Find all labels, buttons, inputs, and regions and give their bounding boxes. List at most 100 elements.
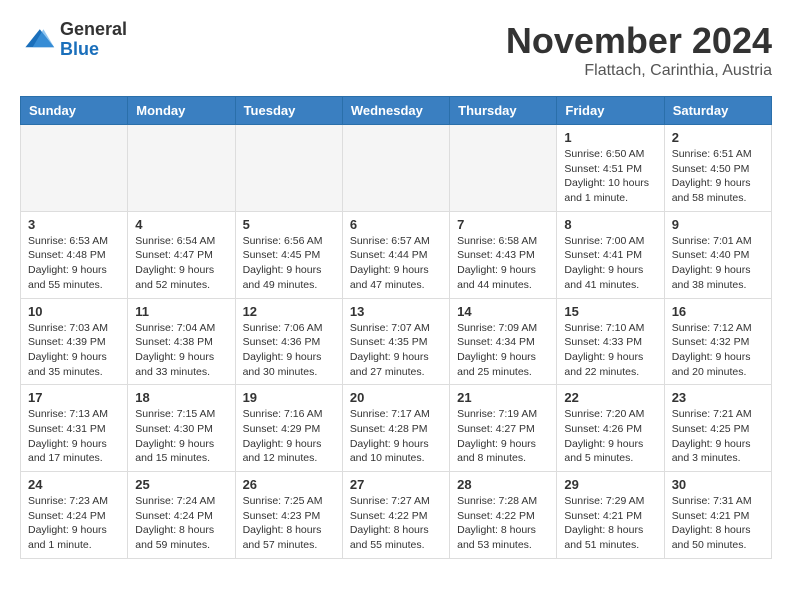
day-number: 1	[564, 130, 656, 145]
calendar-cell: 7 Sunrise: 6:58 AM Sunset: 4:43 PM Daylig…	[450, 211, 557, 298]
calendar-cell	[128, 125, 235, 212]
calendar-cell: 1 Sunrise: 6:50 AM Sunset: 4:51 PM Daylig…	[557, 125, 664, 212]
calendar-cell: 5 Sunrise: 6:56 AM Sunset: 4:45 PM Daylig…	[235, 211, 342, 298]
calendar-cell: 10 Sunrise: 7:03 AM Sunset: 4:39 PM Dayli…	[21, 298, 128, 385]
day-info: Sunrise: 7:16 AM Sunset: 4:29 PM Dayligh…	[243, 407, 335, 466]
calendar-cell: 29Sunrise: 7:29 AM Sunset: 4:21 PM Dayli…	[557, 472, 664, 559]
day-info: Sunrise: 6:54 AM Sunset: 4:47 PM Dayligh…	[135, 234, 227, 293]
calendar-cell: 19 Sunrise: 7:16 AM Sunset: 4:29 PM Dayli…	[235, 385, 342, 472]
day-number: 28	[457, 477, 549, 492]
logo-blue: Blue	[60, 40, 127, 60]
day-number: 23	[672, 390, 764, 405]
day-number: 21	[457, 390, 549, 405]
calendar-week-2: 3 Sunrise: 6:53 AM Sunset: 4:48 PM Daylig…	[21, 211, 772, 298]
calendar-cell: 2 Sunrise: 6:51 AM Sunset: 4:50 PM Daylig…	[664, 125, 771, 212]
day-info: Sunrise: 7:28 AM Sunset: 4:22 PM Dayligh…	[457, 494, 549, 553]
day-number: 22	[564, 390, 656, 405]
calendar-cell: 13 Sunrise: 7:07 AM Sunset: 4:35 PM Dayli…	[342, 298, 449, 385]
logo-general: General	[60, 20, 127, 40]
day-number: 24	[28, 477, 120, 492]
location: Flattach, Carinthia, Austria	[506, 62, 772, 80]
weekday-header-saturday: Saturday	[664, 97, 771, 125]
day-info: Sunrise: 6:50 AM Sunset: 4:51 PM Dayligh…	[564, 147, 656, 206]
weekday-header-tuesday: Tuesday	[235, 97, 342, 125]
weekday-header-friday: Friday	[557, 97, 664, 125]
day-number: 12	[243, 304, 335, 319]
day-info: Sunrise: 7:31 AM Sunset: 4:21 PM Dayligh…	[672, 494, 764, 553]
day-info: Sunrise: 7:09 AM Sunset: 4:34 PM Dayligh…	[457, 321, 549, 380]
day-number: 2	[672, 130, 764, 145]
calendar-cell	[235, 125, 342, 212]
day-info: Sunrise: 6:57 AM Sunset: 4:44 PM Dayligh…	[350, 234, 442, 293]
weekday-header-wednesday: Wednesday	[342, 97, 449, 125]
calendar-cell: 22 Sunrise: 7:20 AM Sunset: 4:26 PM Dayli…	[557, 385, 664, 472]
title-block: November 2024 Flattach, Carinthia, Austr…	[506, 20, 772, 80]
calendar-cell: 3 Sunrise: 6:53 AM Sunset: 4:48 PM Daylig…	[21, 211, 128, 298]
day-info: Sunrise: 7:13 AM Sunset: 4:31 PM Dayligh…	[28, 407, 120, 466]
calendar-cell: 18 Sunrise: 7:15 AM Sunset: 4:30 PM Dayli…	[128, 385, 235, 472]
day-info: Sunrise: 7:23 AM Sunset: 4:24 PM Dayligh…	[28, 494, 120, 553]
calendar-cell: 23Sunrise: 7:21 AM Sunset: 4:25 PM Dayli…	[664, 385, 771, 472]
calendar-week-4: 17 Sunrise: 7:13 AM Sunset: 4:31 PM Dayli…	[21, 385, 772, 472]
day-info: Sunrise: 7:03 AM Sunset: 4:39 PM Dayligh…	[28, 321, 120, 380]
day-number: 19	[243, 390, 335, 405]
day-number: 3	[28, 217, 120, 232]
day-info: Sunrise: 7:10 AM Sunset: 4:33 PM Dayligh…	[564, 321, 656, 380]
day-number: 17	[28, 390, 120, 405]
day-info: Sunrise: 6:56 AM Sunset: 4:45 PM Dayligh…	[243, 234, 335, 293]
day-number: 20	[350, 390, 442, 405]
calendar-week-3: 10 Sunrise: 7:03 AM Sunset: 4:39 PM Dayli…	[21, 298, 772, 385]
day-info: Sunrise: 7:04 AM Sunset: 4:38 PM Dayligh…	[135, 321, 227, 380]
day-number: 4	[135, 217, 227, 232]
day-number: 27	[350, 477, 442, 492]
day-info: Sunrise: 7:20 AM Sunset: 4:26 PM Dayligh…	[564, 407, 656, 466]
calendar-cell: 4 Sunrise: 6:54 AM Sunset: 4:47 PM Daylig…	[128, 211, 235, 298]
day-number: 13	[350, 304, 442, 319]
day-number: 14	[457, 304, 549, 319]
weekday-header-thursday: Thursday	[450, 97, 557, 125]
calendar-cell	[342, 125, 449, 212]
day-info: Sunrise: 7:25 AM Sunset: 4:23 PM Dayligh…	[243, 494, 335, 553]
month-title: November 2024	[506, 20, 772, 62]
day-number: 16	[672, 304, 764, 319]
day-number: 11	[135, 304, 227, 319]
calendar-cell: 14 Sunrise: 7:09 AM Sunset: 4:34 PM Dayli…	[450, 298, 557, 385]
day-number: 18	[135, 390, 227, 405]
day-info: Sunrise: 6:58 AM Sunset: 4:43 PM Dayligh…	[457, 234, 549, 293]
calendar-cell: 24 Sunrise: 7:23 AM Sunset: 4:24 PM Dayli…	[21, 472, 128, 559]
calendar-cell: 21Sunrise: 7:19 AM Sunset: 4:27 PM Dayli…	[450, 385, 557, 472]
calendar-week-5: 24 Sunrise: 7:23 AM Sunset: 4:24 PM Dayli…	[21, 472, 772, 559]
calendar-cell	[21, 125, 128, 212]
calendar-cell: 12Sunrise: 7:06 AM Sunset: 4:36 PM Dayli…	[235, 298, 342, 385]
day-info: Sunrise: 7:00 AM Sunset: 4:41 PM Dayligh…	[564, 234, 656, 293]
calendar-week-1: 1 Sunrise: 6:50 AM Sunset: 4:51 PM Daylig…	[21, 125, 772, 212]
day-info: Sunrise: 7:15 AM Sunset: 4:30 PM Dayligh…	[135, 407, 227, 466]
day-info: Sunrise: 7:24 AM Sunset: 4:24 PM Dayligh…	[135, 494, 227, 553]
calendar-cell: 17 Sunrise: 7:13 AM Sunset: 4:31 PM Dayli…	[21, 385, 128, 472]
day-info: Sunrise: 7:07 AM Sunset: 4:35 PM Dayligh…	[350, 321, 442, 380]
day-info: Sunrise: 7:29 AM Sunset: 4:21 PM Dayligh…	[564, 494, 656, 553]
day-number: 25	[135, 477, 227, 492]
day-number: 8	[564, 217, 656, 232]
calendar-cell: 11 Sunrise: 7:04 AM Sunset: 4:38 PM Dayli…	[128, 298, 235, 385]
day-info: Sunrise: 7:27 AM Sunset: 4:22 PM Dayligh…	[350, 494, 442, 553]
weekday-header-row: SundayMondayTuesdayWednesdayThursdayFrid…	[21, 97, 772, 125]
logo: General Blue	[20, 20, 127, 60]
calendar-cell	[450, 125, 557, 212]
day-info: Sunrise: 6:51 AM Sunset: 4:50 PM Dayligh…	[672, 147, 764, 206]
day-number: 6	[350, 217, 442, 232]
calendar: SundayMondayTuesdayWednesdayThursdayFrid…	[20, 96, 772, 559]
day-number: 5	[243, 217, 335, 232]
day-info: Sunrise: 6:53 AM Sunset: 4:48 PM Dayligh…	[28, 234, 120, 293]
calendar-cell: 15Sunrise: 7:10 AM Sunset: 4:33 PM Dayli…	[557, 298, 664, 385]
day-number: 10	[28, 304, 120, 319]
calendar-cell: 16Sunrise: 7:12 AM Sunset: 4:32 PM Dayli…	[664, 298, 771, 385]
weekday-header-monday: Monday	[128, 97, 235, 125]
calendar-cell: 20 Sunrise: 7:17 AM Sunset: 4:28 PM Dayli…	[342, 385, 449, 472]
calendar-cell: 27 Sunrise: 7:27 AM Sunset: 4:22 PM Dayli…	[342, 472, 449, 559]
day-number: 7	[457, 217, 549, 232]
weekday-header-sunday: Sunday	[21, 97, 128, 125]
day-info: Sunrise: 7:17 AM Sunset: 4:28 PM Dayligh…	[350, 407, 442, 466]
calendar-cell: 9Sunrise: 7:01 AM Sunset: 4:40 PM Daylig…	[664, 211, 771, 298]
day-number: 9	[672, 217, 764, 232]
